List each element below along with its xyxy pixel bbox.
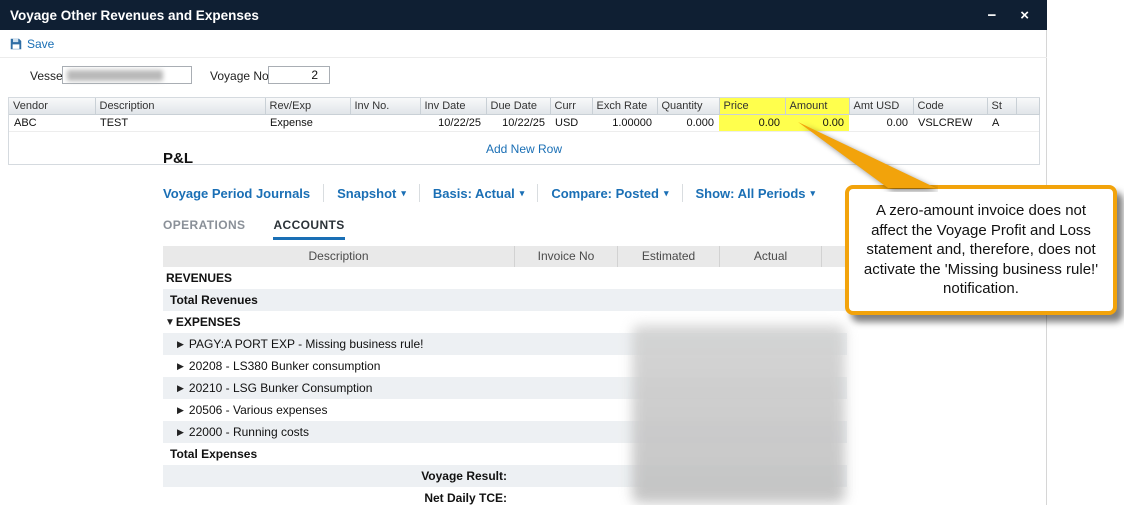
toolbar: Save <box>0 30 1047 58</box>
basis-dropdown[interactable]: Basis: Actual▾ <box>433 186 524 201</box>
window-title: Voyage Other Revenues and Expenses <box>0 8 259 23</box>
pnl-row-total-revenues: Total Revenues <box>163 289 847 311</box>
pnl-tabs: OPERATIONS ACCOUNTS <box>163 218 847 240</box>
col-curr: Curr <box>550 98 592 115</box>
save-button[interactable]: Save <box>10 37 54 51</box>
title-bar: Voyage Other Revenues and Expenses − × <box>0 0 1047 30</box>
chevron-down-icon: ▾ <box>811 188 816 199</box>
expand-icon[interactable]: ▶ <box>177 383 184 394</box>
menu-divider <box>323 184 324 202</box>
chevron-down-icon: ▾ <box>401 188 406 199</box>
cell-curr[interactable]: USD <box>550 115 592 132</box>
cell-exch-rate[interactable]: 1.00000 <box>592 115 657 132</box>
menu-divider <box>537 184 538 202</box>
pnl-col-description: Description <box>163 246 515 267</box>
save-icon <box>10 38 22 50</box>
col-price: Price <box>719 98 785 115</box>
compare-dropdown[interactable]: Compare: Posted▾ <box>551 186 668 201</box>
screenshot-stage: Voyage Other Revenues and Expenses − × S… <box>0 0 1124 505</box>
col-description: Description <box>95 98 265 115</box>
col-quantity: Quantity <box>657 98 719 115</box>
cell-code[interactable]: VSLCREW <box>913 115 987 132</box>
col-exch-rate: Exch Rate <box>592 98 657 115</box>
cell-amount[interactable]: 0.00 <box>785 115 849 132</box>
pnl-col-estimated: Estimated <box>618 246 720 267</box>
expand-icon[interactable]: ▶ <box>177 405 184 416</box>
col-rev-exp: Rev/Exp <box>265 98 350 115</box>
cell-spacer <box>1016 115 1039 132</box>
col-st: St <box>987 98 1016 115</box>
vessel-redacted-value <box>67 70 163 81</box>
show-periods-dropdown[interactable]: Show: All Periods▾ <box>696 186 816 201</box>
col-spacer <box>1016 98 1039 115</box>
expand-icon[interactable]: ▶ <box>177 339 184 350</box>
chevron-down-icon: ▾ <box>520 188 525 199</box>
minimize-icon[interactable]: − <box>987 8 996 23</box>
close-icon[interactable]: × <box>1020 8 1029 23</box>
pnl-title: P&L <box>163 150 847 167</box>
tab-operations[interactable]: OPERATIONS <box>163 218 245 240</box>
pnl-col-actual: Actual <box>720 246 822 267</box>
vessel-input[interactable] <box>62 66 192 84</box>
cell-st[interactable]: A <box>987 115 1016 132</box>
menu-divider <box>682 184 683 202</box>
cell-quantity[interactable]: 0.000 <box>657 115 719 132</box>
col-vendor: Vendor <box>9 98 95 115</box>
annotation-text: A zero-amount invoice does not affect th… <box>859 201 1103 299</box>
cell-inv-date[interactable]: 10/22/25 <box>420 115 486 132</box>
cell-amt-usd[interactable]: 0.00 <box>849 115 913 132</box>
expand-icon[interactable]: ▶ <box>177 427 184 438</box>
col-amount: Amount <box>785 98 849 115</box>
cell-inv-no[interactable] <box>350 115 420 132</box>
cell-vendor[interactable]: ABC <box>9 115 95 132</box>
pnl-table-header: Description Invoice No Estimated Actual <box>163 246 847 267</box>
collapse-icon[interactable]: ▼ <box>165 317 175 328</box>
invoice-row: ABC TEST Expense 10/22/25 10/22/25 USD 1… <box>9 115 1039 132</box>
cell-description[interactable]: TEST <box>95 115 265 132</box>
pnl-menu: Voyage Period Journals Snapshot▾ Basis: … <box>163 183 847 203</box>
col-due-date: Due Date <box>486 98 550 115</box>
menu-divider <box>419 184 420 202</box>
window-controls: − × <box>987 8 1047 23</box>
tab-accounts[interactable]: ACCOUNTS <box>273 218 344 240</box>
expand-icon[interactable]: ▶ <box>177 361 184 372</box>
cell-price[interactable]: 0.00 <box>719 115 785 132</box>
pnl-col-spacer <box>822 246 847 267</box>
col-inv-no: Inv No. <box>350 98 420 115</box>
chevron-down-icon: ▾ <box>664 188 669 199</box>
col-amt-usd: Amt USD <box>849 98 913 115</box>
save-button-label: Save <box>27 37 54 51</box>
cell-rev-exp[interactable]: Expense <box>265 115 350 132</box>
redacted-values-region <box>632 325 845 503</box>
pnl-row-revenues: REVENUES <box>163 267 847 289</box>
col-inv-date: Inv Date <box>420 98 486 115</box>
vessel-label: Vessel <box>30 69 65 83</box>
snapshot-dropdown[interactable]: Snapshot▾ <box>337 186 406 201</box>
voyage-period-journals-link[interactable]: Voyage Period Journals <box>163 186 310 201</box>
pnl-col-invoice-no: Invoice No <box>515 246 618 267</box>
cell-due-date[interactable]: 10/22/25 <box>486 115 550 132</box>
annotation-callout: A zero-amount invoice does not affect th… <box>845 185 1117 315</box>
col-code: Code <box>913 98 987 115</box>
invoice-header-row: Vendor Description Rev/Exp Inv No. Inv D… <box>9 98 1039 115</box>
voyage-no-label: Voyage No. <box>210 69 272 83</box>
voyage-no-input[interactable]: 2 <box>268 66 330 84</box>
